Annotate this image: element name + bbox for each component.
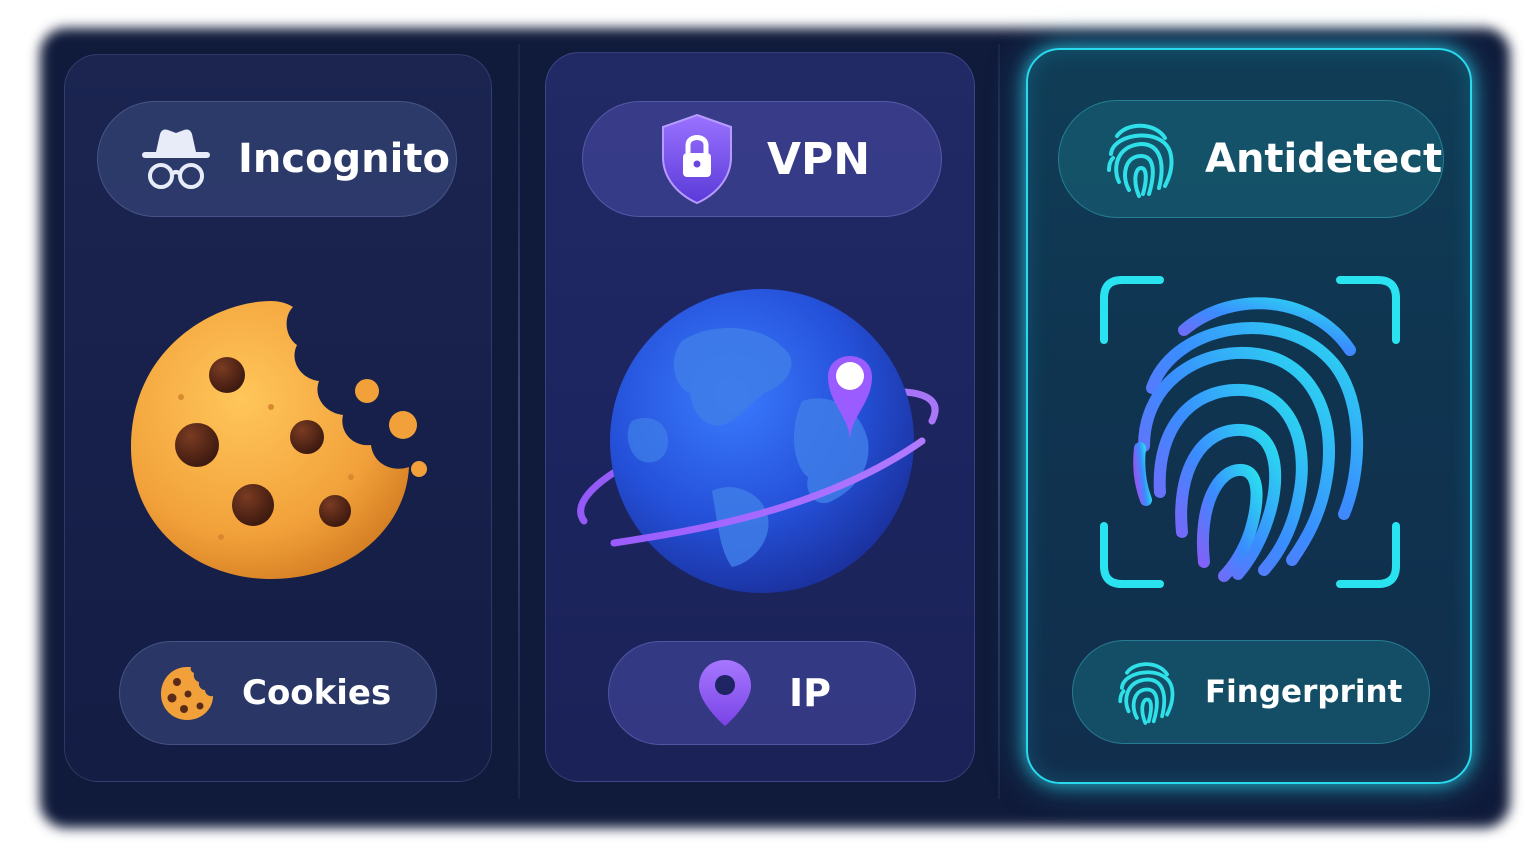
antidetect-title: Antidetect (1205, 136, 1443, 182)
incognito-title: Incognito (238, 136, 450, 182)
cookies-pill[interactable]: Cookies (119, 641, 437, 745)
fingerprint-icon (1103, 116, 1179, 202)
fingerprint-pill[interactable]: Fingerprint (1072, 640, 1430, 744)
antidetect-title-pill[interactable]: Antidetect (1058, 100, 1444, 218)
fingerprint-label: Fingerprint (1205, 674, 1403, 710)
divider-1 (518, 44, 520, 799)
fingerprint-scan-hero (1094, 270, 1406, 600)
fingerprint-icon (1115, 656, 1179, 728)
location-pin-icon (697, 658, 753, 728)
vpn-title-pill[interactable]: VPN (582, 101, 942, 217)
incognito-icon (136, 124, 216, 194)
divider-2 (998, 44, 1000, 799)
vpn-panel[interactable]: VPN IP (545, 52, 975, 782)
vpn-title: VPN (767, 133, 871, 185)
shield-lock-icon (657, 111, 737, 207)
cookie-icon (158, 664, 216, 722)
incognito-title-pill[interactable]: Incognito (97, 101, 457, 217)
globe-hero (572, 281, 952, 601)
comparison-stage: Incognito Cookies VPN IP Antidetect Fing… (0, 0, 1536, 864)
cookies-label: Cookies (242, 673, 392, 713)
incognito-panel[interactable]: Incognito Cookies (64, 54, 492, 782)
ip-pill[interactable]: IP (608, 641, 916, 745)
ip-label: IP (789, 671, 831, 715)
antidetect-panel[interactable]: Antidetect Fingerprint (1026, 48, 1472, 784)
cookie-hero (121, 287, 441, 587)
